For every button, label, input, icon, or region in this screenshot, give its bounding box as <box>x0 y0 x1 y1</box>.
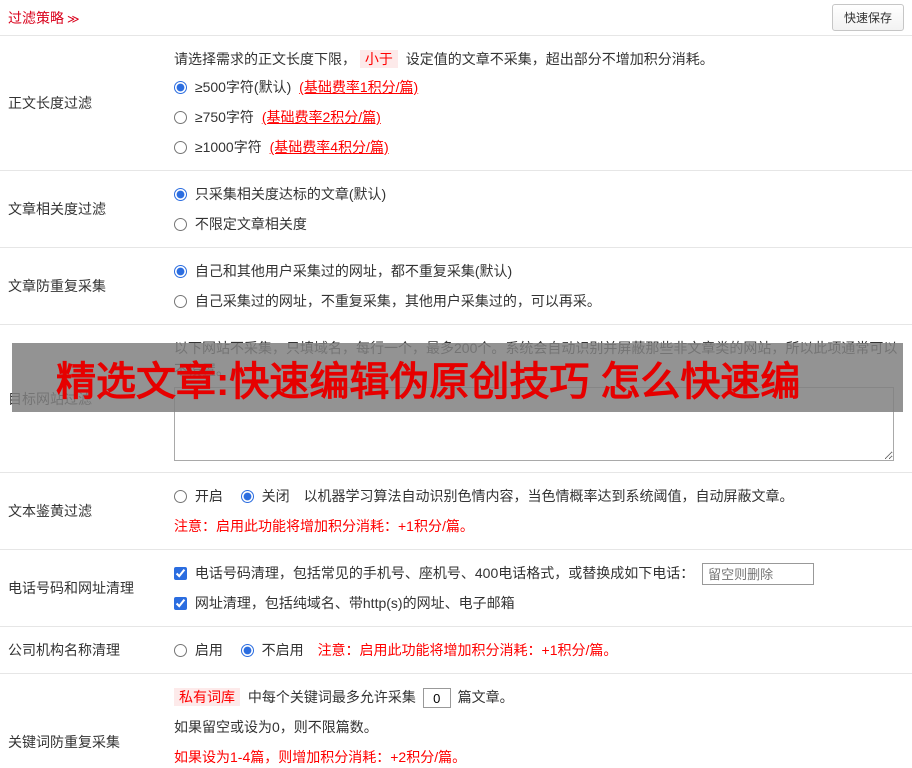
porn-filter-note: 注意：启用此功能将增加积分消耗：+1积分/篇。 <box>174 518 474 534</box>
option-label: 网址清理，包括纯域名、带http(s)的网址、电子邮箱 <box>194 595 515 611</box>
desc-text: 请选择需求的正文长度下限， <box>174 51 356 67</box>
option-label: 关闭 <box>261 488 290 504</box>
dedup-option-global[interactable]: 自己和其他用户采集过的网址，都不重复采集(默认) <box>174 256 904 286</box>
replacement-phone-input[interactable] <box>702 563 815 586</box>
ad-overlay-banner: 精选文章:快速编辑伪原创技巧 怎么快速编 <box>12 343 903 412</box>
row-relevance: 文章相关度过滤 只采集相关度达标的文章(默认) 不限定文章相关度 <box>0 171 912 248</box>
section-title-toggle[interactable]: 过滤策略 ≫ <box>8 8 80 28</box>
row-label: 电话号码和网址清理 <box>8 580 134 596</box>
phone-clean-option[interactable]: 电话号码清理，包括常见的手机号、座机号、400电话格式，或替换成如下电话： <box>174 565 698 581</box>
length-option-750[interactable]: ≥750字符 (基础费率2积分/篇) <box>174 102 904 132</box>
content-length-desc: 请选择需求的正文长度下限， 小于 设定值的文章不采集，超出部分不增加积分消耗。 <box>174 44 904 72</box>
option-label: 只采集相关度达标的文章(默认) <box>194 186 387 202</box>
option-label: 不启用 <box>261 642 304 658</box>
row-label: 文本鉴黄过滤 <box>8 503 92 519</box>
row-content: 私有词库 中每个关键词最多允许采集 篇文章。 如果留空或设为0，则不限篇数。 如… <box>172 674 912 768</box>
porn-radio-off[interactable] <box>240 490 254 503</box>
row-content: 只采集相关度达标的文章(默认) 不限定文章相关度 <box>172 171 912 247</box>
keyword-limit-text: 中每个关键词最多允许采集 <box>247 689 416 705</box>
filter-strategy-page: 过滤策略 ≫ 快速保存 正文长度过滤 请选择需求的正文长度下限， 小于 设定值的文… <box>0 0 912 768</box>
option-label: 自己和其他用户采集过的网址，都不重复采集(默认) <box>194 263 513 279</box>
company-radio-off[interactable] <box>240 644 254 657</box>
page-title: 过滤策略 <box>8 9 64 26</box>
porn-option-on[interactable]: 开启 <box>174 488 227 504</box>
company-clean-options: 启用 不启用 注意：启用此功能将增加积分消耗：+1积分/篇。 <box>174 635 904 665</box>
relevance-radio-any[interactable] <box>174 218 187 231</box>
dedup-radio-self[interactable] <box>174 295 187 308</box>
option-fee: (基础费率1积分/篇) <box>299 79 419 95</box>
option-label: ≥1000字符 <box>194 139 262 155</box>
length-option-500[interactable]: ≥500字符(默认) (基础费率1积分/篇) <box>174 72 904 102</box>
length-radio-750[interactable] <box>174 111 187 124</box>
option-fee: (基础费率2积分/篇) <box>261 109 381 125</box>
highlight-lessthan: 小于 <box>359 50 398 68</box>
option-label: ≥500字符(默认) <box>194 79 292 95</box>
highlight-private-lexicon: 私有词库 <box>174 688 240 706</box>
keyword-limit-input[interactable] <box>422 688 451 709</box>
row-label: 文章相关度过滤 <box>8 201 106 217</box>
row-content-length: 正文长度过滤 请选择需求的正文长度下限， 小于 设定值的文章不采集，超出部分不增… <box>0 36 912 171</box>
row-label: 公司机构名称清理 <box>8 642 120 658</box>
porn-filter-desc: 以机器学习算法自动识别色情内容，当色情概率达到系统阈值，自动屏蔽文章。 <box>303 488 794 504</box>
option-label: 开启 <box>194 488 223 504</box>
dedup-option-self[interactable]: 自己采集过的网址，不重复采集，其他用户采集过的，可以再采。 <box>174 286 904 316</box>
row-content: 电话号码清理，包括常见的手机号、座机号、400电话格式，或替换成如下电话： 网址… <box>172 550 912 626</box>
option-label: 自己采集过的网址，不重复采集，其他用户采集过的，可以再采。 <box>194 293 601 309</box>
row-keyword-dedup: 关键词防重复采集 私有词库 中每个关键词最多允许采集 篇文章。 如果留空或设为0… <box>0 674 912 768</box>
relevance-option-any[interactable]: 不限定文章相关度 <box>174 209 904 239</box>
porn-filter-options: 开启 关闭 以机器学习算法自动识别色情内容，当色情概率达到系统阈值，自动屏蔽文章… <box>174 481 904 511</box>
keyword-note-cost: 如果设为1-4篇，则增加积分消耗：+2积分/篇。 <box>174 749 467 765</box>
company-option-on[interactable]: 启用 <box>174 642 227 658</box>
row-company-clean: 公司机构名称清理 启用 不启用 注意：启用此功能将增加积分消耗：+1积分/篇。 <box>0 627 912 674</box>
url-clean-checkbox[interactable] <box>174 597 187 610</box>
row-label: 正文长度过滤 <box>8 95 92 111</box>
row-label: 文章防重复采集 <box>8 278 106 294</box>
row-porn-filter: 文本鉴黄过滤 开启 关闭 以机器学习算法自动识别色情内容，当色情概率达到系统阈值… <box>0 473 912 550</box>
relevance-option-strict[interactable]: 只采集相关度达标的文章(默认) <box>174 179 904 209</box>
row-content: 开启 关闭 以机器学习算法自动识别色情内容，当色情概率达到系统阈值，自动屏蔽文章… <box>172 473 912 549</box>
option-label: ≥750字符 <box>194 109 254 125</box>
porn-option-off[interactable]: 关闭 <box>240 488 294 504</box>
option-label: 不限定文章相关度 <box>194 216 307 232</box>
url-clean-line: 网址清理，包括纯域名、带http(s)的网址、电子邮箱 <box>174 588 904 618</box>
option-label: 启用 <box>194 642 223 658</box>
row-dedup: 文章防重复采集 自己和其他用户采集过的网址，都不重复采集(默认) 自己采集过的网… <box>0 248 912 325</box>
company-option-off[interactable]: 不启用 <box>240 642 308 658</box>
page-header: 过滤策略 ≫ 快速保存 <box>0 0 912 36</box>
dedup-radio-global[interactable] <box>174 265 187 278</box>
keyword-note-unlimited: 如果留空或设为0，则不限篇数。 <box>174 719 378 735</box>
length-radio-1000[interactable] <box>174 141 187 154</box>
desc-text: 设定值的文章不采集，超出部分不增加积分消耗。 <box>405 51 714 67</box>
length-option-1000[interactable]: ≥1000字符 (基础费率4积分/篇) <box>174 132 904 162</box>
ad-overlay-text: 精选文章:快速编辑伪原创技巧 怎么快速编 <box>56 359 801 404</box>
chevron-double-icon: ≫ <box>67 11 80 26</box>
option-fee: (基础费率4积分/篇) <box>269 139 389 155</box>
phone-clean-checkbox[interactable] <box>174 567 187 580</box>
porn-radio-on[interactable] <box>174 490 187 503</box>
row-phone-url-clean: 电话号码和网址清理 电话号码清理，包括常见的手机号、座机号、400电话格式，或替… <box>0 550 912 627</box>
keyword-limit-suffix: 篇文章。 <box>457 689 514 705</box>
keyword-limit-line: 私有词库 中每个关键词最多允许采集 篇文章。 <box>174 682 904 712</box>
length-radio-500[interactable] <box>174 81 187 94</box>
row-content: 自己和其他用户采集过的网址，都不重复采集(默认) 自己采集过的网址，不重复采集，… <box>172 248 912 324</box>
relevance-radio-strict[interactable] <box>174 188 187 201</box>
company-radio-on[interactable] <box>174 644 187 657</box>
row-content: 请选择需求的正文长度下限， 小于 设定值的文章不采集，超出部分不增加积分消耗。 … <box>172 36 912 170</box>
phone-clean-line: 电话号码清理，包括常见的手机号、座机号、400电话格式，或替换成如下电话： <box>174 558 904 588</box>
url-clean-option[interactable]: 网址清理，包括纯域名、带http(s)的网址、电子邮箱 <box>174 595 515 611</box>
option-label: 电话号码清理，包括常见的手机号、座机号、400电话格式，或替换成如下电话： <box>194 565 695 581</box>
quick-save-button[interactable]: 快速保存 <box>831 4 904 31</box>
row-label: 关键词防重复采集 <box>8 734 120 750</box>
company-clean-note: 注意：启用此功能将增加积分消耗：+1积分/篇。 <box>317 642 618 658</box>
row-content: 启用 不启用 注意：启用此功能将增加积分消耗：+1积分/篇。 <box>172 627 912 673</box>
